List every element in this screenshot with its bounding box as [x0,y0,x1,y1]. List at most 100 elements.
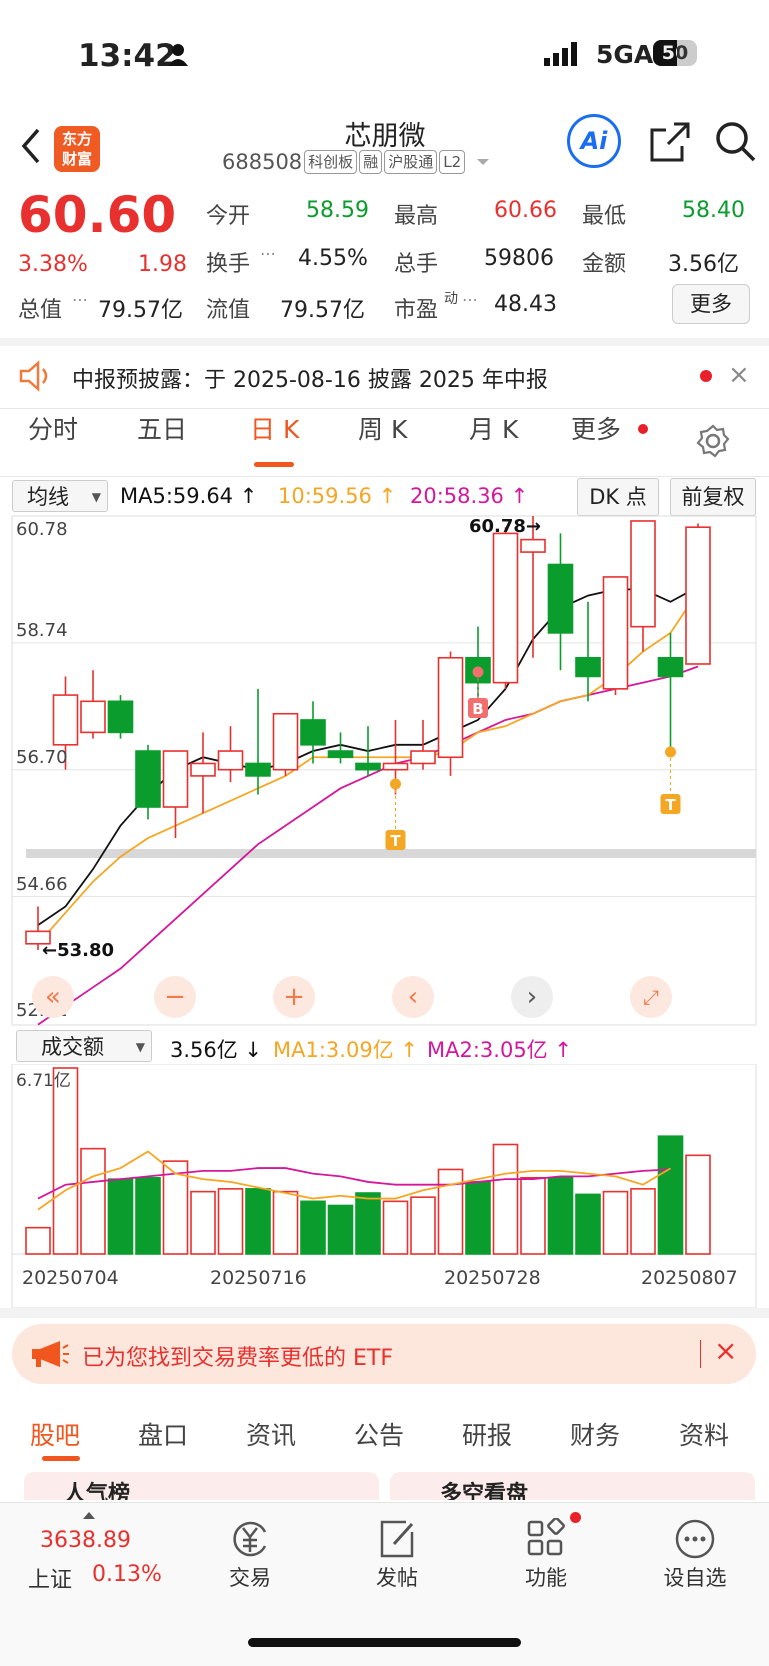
candle [327,732,354,764]
post-edit-icon[interactable] [376,1518,418,1560]
tab-caiwu[interactable]: 财务 [570,1416,620,1452]
tab-ziliao[interactable]: 资料 [679,1416,729,1452]
candle-body [245,762,271,777]
caret-up-icon[interactable] [82,1510,96,1520]
tab-pankou[interactable]: 盘口 [138,1416,188,1452]
fullscreen-icon[interactable]: ⤢ [630,976,672,1018]
app-logo[interactable]: 东方 财富 [54,126,100,172]
red-dot [638,424,648,434]
info-icon[interactable]: ⋯ [462,290,478,309]
divider [0,476,769,477]
close-icon[interactable]: × [728,360,750,390]
info-icon[interactable]: ⋯ [72,290,88,309]
adjust-button[interactable]: 前复权 [670,478,756,516]
candle-body [52,694,79,746]
candle-body [547,563,574,634]
trade-label[interactable]: 交易 [205,1562,295,1592]
etf-banner[interactable]: 已为您找到交易费率更低的 ETF × [12,1324,756,1384]
candle [217,726,244,783]
amount-label: 金额 [582,252,627,277]
tab-rik[interactable]: 日 K [250,410,299,446]
info-icon[interactable]: ⋯ [260,244,276,263]
float-label: 流值 [206,298,251,323]
bull-bear-card[interactable]: 多空看盘 [390,1472,755,1500]
tab-guba[interactable]: 股吧 [30,1416,80,1452]
notice-bar[interactable]: 中报预披露：于 2025-08-16 披露 2025 年中报 × [0,346,769,408]
amount-bar [245,1188,271,1255]
amount-bar [25,1226,51,1255]
tab-yanbao[interactable]: 研报 [462,1416,512,1452]
candle-body [80,700,106,734]
stock-code-row: 688508 科创板 融 沪股通 L2 [222,150,491,174]
high-note: 60.78→ [469,516,542,537]
candle-body [327,750,354,759]
volume-indicator-select[interactable]: 成交额 ▼ [16,1030,152,1062]
amount-bar [135,1176,161,1255]
caret-down-icon[interactable] [475,156,491,168]
tag-rong: 融 [359,150,383,174]
amount-bar [300,1200,326,1255]
index-value: 3638.89 [40,1528,131,1553]
next-button[interactable]: › [511,976,553,1018]
t-marker-2-dot [665,746,676,758]
candle-body [437,656,464,759]
amount-ma1: MA1:3.09亿 ↑ [273,1038,418,1062]
volume-max-label: 6.71亿 [16,1071,71,1091]
y-label-top: 60.78 [16,519,68,540]
divider [0,408,769,409]
low-note: ←53.80 [42,940,115,961]
amount-bar [575,1193,601,1255]
function-grid-icon[interactable] [525,1518,567,1560]
search-icon[interactable] [714,120,758,164]
high-label: 最高 [394,204,439,229]
tab-zhouk[interactable]: 周 K [358,410,407,446]
post-label[interactable]: 发帖 [352,1562,442,1592]
ai-button[interactable]: Ai [567,114,621,168]
amount-bar [630,1188,656,1255]
prev-button[interactable]: ‹ [392,976,434,1018]
amount-bar [190,1190,216,1255]
candle-body [575,656,601,678]
tab-gonggao[interactable]: 公告 [354,1416,404,1452]
zoom-in-button[interactable]: + [273,976,315,1018]
rewind-button[interactable]: « [32,976,74,1018]
trade-yen-icon[interactable] [229,1518,271,1560]
amount-bar [382,1200,409,1255]
candle [162,750,189,839]
kline-chart[interactable]: T T B [0,514,769,1027]
signal-icon [544,42,577,66]
back-arrow-icon[interactable] [18,126,44,166]
amount-today: 3.56亿 ↓ [170,1038,263,1062]
zoom-out-button[interactable]: − [154,976,196,1018]
amount-bar [520,1176,546,1255]
watchlist-label[interactable]: 设自选 [650,1562,740,1592]
tab-zixun[interactable]: 资讯 [246,1416,296,1452]
share-icon[interactable] [648,120,692,164]
candle-body [135,750,161,808]
more-button[interactable]: 更多 [672,284,750,324]
indicator-select[interactable]: 均线 ▼ [12,480,108,512]
tab-more[interactable]: 更多 [571,410,621,446]
tag-kcb: 科创板 [304,150,358,174]
close-icon[interactable]: × [714,1334,737,1367]
candle-body [685,526,711,665]
popularity-card[interactable]: 人气榜 [24,1472,379,1500]
candle [685,523,711,665]
tab-indicator [254,462,294,467]
y-label-3: 56.70 [16,747,68,768]
mktcap-value: 79.57亿 [98,298,183,323]
dk-button[interactable]: DK 点 [577,478,659,516]
amount-value: 3.56亿 [668,252,739,277]
more-dots-icon[interactable] [674,1518,716,1560]
candle-body [272,712,299,771]
amount-bar [492,1143,519,1255]
tab-wuri[interactable]: 五日 [137,410,187,446]
candle-body [107,700,134,734]
function-label[interactable]: 功能 [501,1562,591,1592]
tab-yuek[interactable]: 月 K [469,410,518,446]
candle [547,533,574,671]
status-time: 13:42 [78,38,177,74]
candle [355,726,381,776]
tab-fenshi[interactable]: 分时 [28,410,78,446]
settings-gear-icon[interactable] [696,424,730,458]
